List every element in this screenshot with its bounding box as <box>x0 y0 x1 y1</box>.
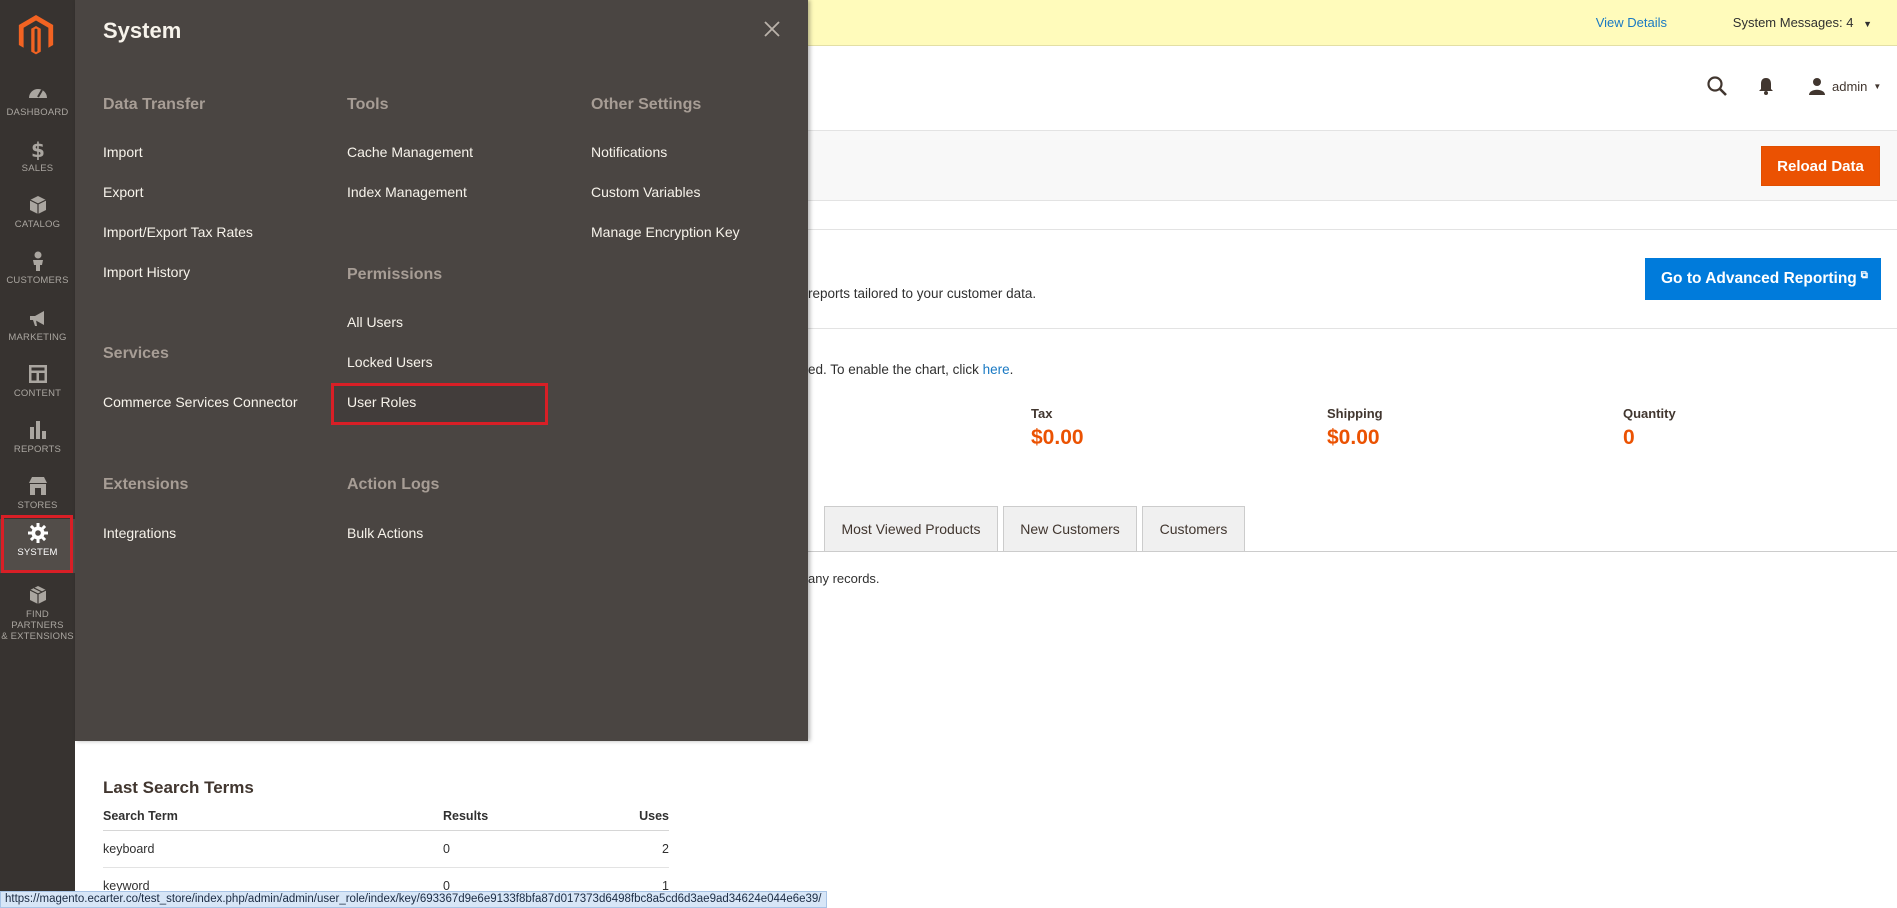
nav-catalog-label: CATALOG <box>14 219 61 230</box>
nav-reports[interactable]: REPORTS <box>0 419 75 475</box>
menu-item-locked-users[interactable]: Locked Users <box>347 354 433 370</box>
nav-find-partners-label-1: FIND PARTNERS <box>11 609 64 631</box>
nav-system-highlight-box <box>1 515 73 573</box>
nav-stores-label: STORES <box>17 500 58 511</box>
system-menu-title: System <box>103 18 182 43</box>
menu-item-bulk-actions[interactable]: Bulk Actions <box>347 525 423 541</box>
total-tax: Tax $0.00 <box>1031 406 1084 450</box>
bell-icon[interactable] <box>1756 76 1776 96</box>
menu-heading-other-settings: Other Settings <box>591 96 702 113</box>
store-icon <box>28 477 47 495</box>
table-header-row: Search Term Results Uses <box>103 806 669 831</box>
advanced-reporting-description: reports tailored to your customer data. <box>808 286 1037 301</box>
tab-customers[interactable]: Customers <box>1142 506 1245 551</box>
total-shipping-label: Shipping <box>1327 406 1383 421</box>
nav-sales-label: SALES <box>21 163 54 174</box>
admin-user-menu[interactable]: admin ▼ <box>1808 75 1881 97</box>
nav-find-partners[interactable]: FIND PARTNERS & EXTENSIONS <box>0 584 75 654</box>
nav-marketing[interactable]: MARKETING <box>0 307 75 363</box>
nav-content[interactable]: CONTENT <box>0 363 75 419</box>
nav-customers[interactable]: CUSTOMERS <box>0 250 75 306</box>
admin-username: admin <box>1832 78 1868 94</box>
total-quantity-label: Quantity <box>1623 406 1676 421</box>
nav-marketing-label: MARKETING <box>8 332 67 343</box>
search-term-cell: keyboard <box>103 830 443 868</box>
nav-dashboard[interactable]: DASHBOARD <box>0 82 75 138</box>
megaphone-icon <box>29 311 44 326</box>
user-icon <box>1809 78 1825 95</box>
no-records-message: any records. <box>808 571 880 586</box>
total-tax-label: Tax <box>1031 406 1053 421</box>
col-results: Results <box>443 806 579 831</box>
menu-heading-data-transfer: Data Transfer <box>103 96 206 113</box>
uses-cell: 2 <box>578 830 669 868</box>
nav-sales[interactable]: $ SALES <box>0 138 75 194</box>
menu-item-custom-variables[interactable]: Custom Variables <box>591 184 700 200</box>
nav-content-label: CONTENT <box>13 388 62 399</box>
system-messages-dropdown[interactable]: System Messages: 4 ▼ <box>1733 15 1872 30</box>
menu-item-commerce-services-connector[interactable]: Commerce Services Connector <box>103 394 298 410</box>
menu-heading-permissions: Permissions <box>347 266 443 283</box>
last-search-terms-title: Last Search Terms <box>103 778 254 797</box>
menu-item-export[interactable]: Export <box>103 184 143 200</box>
total-tax-value: $0.00 <box>1031 426 1084 449</box>
reload-data-button[interactable]: Reload Data <box>1761 146 1880 186</box>
col-search-term: Search Term <box>103 806 443 831</box>
box-icon <box>29 196 46 214</box>
close-icon[interactable] <box>762 19 782 39</box>
admin-sidebar: DASHBOARD $ SALES CATALOG CUSTOMERS MARK… <box>0 0 75 908</box>
chart-note-text: ed. To enable the chart, click <box>808 362 983 377</box>
menu-item-all-users[interactable]: All Users <box>347 314 403 330</box>
chart-note-end: . <box>1009 362 1014 377</box>
menu-item-import-export-tax-rates[interactable]: Import/Export Tax Rates <box>103 224 253 240</box>
nav-catalog[interactable]: CATALOG <box>0 194 75 250</box>
external-link-icon: ⧉ <box>1860 270 1868 281</box>
menu-item-integrations[interactable]: Integrations <box>103 525 176 541</box>
total-shipping-value: $0.00 <box>1327 426 1380 449</box>
results-cell: 0 <box>443 830 579 868</box>
chart-disabled-note: ed. To enable the chart, click here. <box>808 362 1013 377</box>
total-shipping: Shipping $0.00 <box>1327 406 1383 450</box>
menu-heading-extensions: Extensions <box>103 476 189 493</box>
magento-logo-icon[interactable] <box>18 15 54 55</box>
search-icon[interactable] <box>1706 75 1728 97</box>
svg-text:$: $ <box>31 138 45 160</box>
extensions-box-icon <box>29 586 46 604</box>
nav-reports-label: REPORTS <box>13 444 62 455</box>
menu-heading-action-logs: Action Logs <box>347 476 440 493</box>
col-uses: Uses <box>578 806 669 831</box>
nav-dashboard-label: DASHBOARD <box>6 107 69 118</box>
go-to-advanced-reporting-button[interactable]: Go to Advanced Reporting ⧉ <box>1645 258 1881 300</box>
tab-new-customers[interactable]: New Customers <box>1003 506 1137 551</box>
bar-chart-icon <box>29 421 46 439</box>
menu-item-user-roles[interactable]: User Roles <box>347 394 416 410</box>
caret-down-icon: ▼ <box>1873 81 1882 91</box>
advanced-reporting-button-label: Go to Advanced Reporting <box>1661 270 1857 287</box>
dollar-icon: $ <box>31 138 45 160</box>
table-row[interactable]: keyboard 0 2 <box>103 830 669 868</box>
menu-item-import-history[interactable]: Import History <box>103 264 190 280</box>
dashboard-icon <box>28 89 47 98</box>
menu-item-index-management[interactable]: Index Management <box>347 184 467 200</box>
person-icon <box>32 251 43 271</box>
caret-down-icon: ▼ <box>1863 19 1872 29</box>
tab-most-viewed-products[interactable]: Most Viewed Products <box>824 506 998 551</box>
menu-heading-services: Services <box>103 345 169 362</box>
view-details-link[interactable]: View Details <box>1596 15 1667 30</box>
status-bar-url: https://magento.ecarter.co/test_store/in… <box>0 891 827 908</box>
menu-heading-tools: Tools <box>347 96 389 113</box>
menu-item-cache-management[interactable]: Cache Management <box>347 144 473 160</box>
menu-item-notifications[interactable]: Notifications <box>591 144 667 160</box>
enable-chart-link[interactable]: here <box>983 362 1010 377</box>
menu-item-import[interactable]: Import <box>103 144 143 160</box>
nav-customers-label: CUSTOMERS <box>6 275 69 286</box>
nav-find-partners-label-2: & EXTENSIONS <box>1 631 74 642</box>
total-quantity-value: 0 <box>1623 426 1635 449</box>
total-quantity: Quantity 0 <box>1623 406 1676 450</box>
content-icon <box>28 365 47 383</box>
menu-item-manage-encryption-key[interactable]: Manage Encryption Key <box>591 224 740 240</box>
system-messages-label: System Messages: 4 <box>1732 15 1854 30</box>
